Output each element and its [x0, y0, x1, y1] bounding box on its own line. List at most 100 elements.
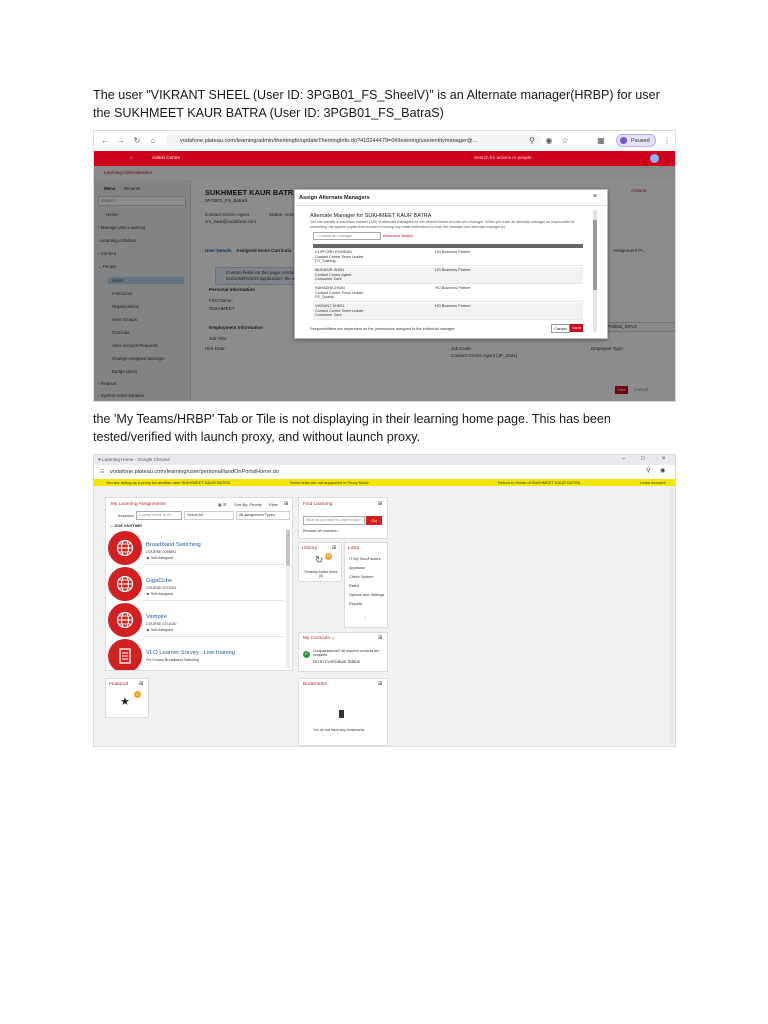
find-learning-tile: Find Learning ⊞ What do you want to Lear…	[298, 497, 388, 539]
address-bar[interactable]: vodafone.plateau.com/learning/admin/them…	[166, 135, 541, 147]
curriculum-status-link[interactable]: Go to Curriculum Status	[313, 659, 360, 665]
maximize-icon[interactable]: □	[641, 456, 645, 462]
course-title[interactable]: Vampire	[146, 614, 167, 620]
window-titlebar: ♥ Learning Home - Google Chrome – □ ×	[94, 455, 675, 465]
close-icon[interactable]: ×	[662, 456, 666, 462]
globe-icon	[108, 531, 142, 565]
more-menu-icon[interactable]: ⋮	[662, 136, 672, 146]
learning-home-screenshot: ♥ Learning Home - Google Chrome – □ × ☷ …	[93, 454, 676, 747]
manager-row[interactable]: VIKRANT SHEEL Contact Centre Team Leader…	[313, 303, 583, 320]
view-toggle-icon[interactable]: ▦ ☰	[218, 502, 226, 508]
settings-icon[interactable]: ⊞	[378, 501, 382, 507]
find-learning-input[interactable]: What do you want to Learn today?	[303, 516, 365, 525]
advanced-search-link[interactable]: Advanced Search	[383, 233, 413, 239]
tile-title: History	[302, 546, 317, 551]
course-status: ☻ Self-Assigned	[146, 628, 173, 632]
eye-icon: ◉	[660, 468, 666, 474]
list-item[interactable]: Broadband Switching COURSE 0094891 ☻ Sel…	[106, 530, 284, 565]
my-learning-assignments-tile: My Learning Assignments ▦ ☰ Sort By: Pri…	[105, 497, 293, 671]
course-code: For Course Broadband Switching	[146, 658, 199, 662]
manager-row[interactable]: MUDASIR SHAH Contact Centre Agent Consum…	[313, 267, 583, 284]
course-title[interactable]: Broadband Switching	[146, 542, 201, 548]
dialog-save-button[interactable]: Save	[570, 324, 583, 332]
settings-icon[interactable]: ⊞	[378, 681, 382, 687]
dialog-title: Assign Alternate Managers	[299, 195, 370, 201]
settings-icon[interactable]: ⊞	[332, 545, 336, 551]
link-item[interactable]: Reports	[349, 601, 362, 607]
tile-title: Links	[348, 546, 360, 551]
settings-icon[interactable]: ⊞	[284, 501, 288, 507]
close-icon[interactable]: ×	[593, 193, 597, 200]
dialog-scrollbar[interactable]	[593, 210, 597, 332]
brand-title[interactable]: Admin Centre	[152, 155, 180, 161]
dialog-divider	[295, 205, 607, 206]
divider	[144, 636, 284, 637]
page-scrollbar[interactable]	[670, 486, 674, 744]
sort-dropdown[interactable]: Sort By: Priority	[234, 502, 262, 508]
course-status: ☻ Self-Assigned	[146, 556, 173, 560]
back-icon[interactable]: ←	[100, 136, 110, 146]
manager-search-input[interactable]: Choose an manager	[313, 232, 381, 240]
admin-search-input[interactable]: Search for actions or people	[474, 155, 531, 161]
admin-centre-screenshot: ← → ↻ ⌂ vodafone.plateau.com/learning/ad…	[93, 130, 676, 402]
list-item[interactable]: Vampire COURSE 0271030 ☻ Self-Assigned	[106, 602, 284, 637]
admin-header: ⌂ Admin Centre Search for actions or peo…	[94, 151, 675, 166]
settings-icon[interactable]: ⊞	[139, 681, 143, 687]
settings-icon[interactable]: ⊞	[378, 635, 382, 641]
globe-icon	[108, 603, 142, 637]
keyword-input[interactable]: Course name or ID	[136, 511, 182, 520]
course-title[interactable]: VLO Learner Survey : Live training	[146, 650, 235, 656]
eye-icon[interactable]: ◉	[544, 136, 554, 146]
featured-tile: Featured ⊞ ★ 0	[105, 678, 149, 718]
proxy-banner: You are acting as a proxy for another us…	[94, 479, 675, 486]
forward-icon[interactable]: →	[116, 136, 126, 146]
dialog-cancel-button[interactable]: Cancel	[551, 324, 570, 333]
minimize-icon[interactable]: –	[622, 456, 625, 462]
link-item[interactable]: IT My SuccFactors	[349, 556, 381, 562]
browse-all-link[interactable]: Browse all courses ›	[303, 528, 339, 534]
manager-row[interactable]: RAHADHA ZHAN Contact Centre Team Leader …	[313, 285, 583, 302]
collapse-icon[interactable]: ⌃	[363, 617, 367, 623]
tile-title: Bookmarks	[303, 682, 327, 687]
learn-account-link: Learn Account	[640, 480, 666, 485]
tile-title: My Learning Assignments	[111, 502, 166, 507]
manager-row[interactable]: CLIFFORD KHAIRAN Contact Centre Team Lea…	[313, 249, 583, 266]
extensions-icon[interactable]: ▦	[596, 136, 606, 146]
return-home-link: Return to Home of SUKHMEET KAUR BATRA	[498, 480, 581, 485]
list-item[interactable]: VLO Learner Survey : Live training For C…	[106, 638, 284, 670]
link-item[interactable]: Options and Settings	[349, 592, 384, 598]
divider	[144, 600, 284, 601]
keyword-label: Keyword	[118, 513, 134, 518]
dialog-heading: Alternate Manager for SUKHMEET KAUR BATR…	[310, 213, 432, 219]
address-bar[interactable]: ☷ vodafone.plateau.com/learning/user/per…	[94, 465, 675, 480]
intro-paragraph: The user "VIKRANT SHEEL (User ID: 3PGB01…	[93, 88, 660, 120]
tile-title: Find Learning	[303, 502, 333, 507]
document-icon	[108, 639, 142, 670]
link-item[interactable]: Check System	[349, 574, 373, 580]
bookmarks-tile: Bookmarks ⊞ You do not have any bookmark…	[298, 678, 388, 746]
history-caption: Recently Added Items (0)	[304, 570, 338, 578]
star-icon[interactable]: ☆	[560, 136, 570, 146]
dialog-description: You can identify a maximum number (100) …	[310, 220, 575, 229]
zoom-icon[interactable]: ⚲	[527, 136, 537, 146]
go-button[interactable]: Go	[366, 516, 382, 525]
my-curricula-tile: My Curricula ⌄ ⊞ ✓ Congratulations!!! Al…	[298, 632, 388, 672]
assignment-scrollbar[interactable]	[286, 530, 290, 668]
reload-icon[interactable]: ↻	[132, 136, 142, 146]
filter-button[interactable]: Filter	[269, 502, 278, 508]
list-item[interactable]: GigaCube COURSE 0071091 ☻ Self-Assigned	[106, 566, 284, 601]
select-all-dropdown[interactable]: Select All	[184, 511, 234, 520]
window-title: ♥ Learning Home - Google Chrome	[98, 457, 170, 462]
link-item[interactable]: Rated	[349, 583, 359, 589]
history-icon: ↻	[315, 555, 324, 566]
home-icon[interactable]: ⌂	[130, 155, 133, 161]
bookmark-icon	[339, 710, 344, 718]
user-avatar[interactable]	[650, 154, 659, 163]
course-title[interactable]: GigaCube	[146, 578, 172, 584]
link-item[interactable]: Applause	[349, 565, 365, 571]
tile-title: Featured	[109, 682, 129, 687]
home-icon[interactable]: ⌂	[148, 136, 158, 146]
profile-avatar	[620, 137, 627, 144]
curricula-message: Congratulations!!! All required curricul…	[313, 649, 380, 658]
assignment-types-dropdown[interactable]: All assignment Types	[236, 511, 290, 520]
